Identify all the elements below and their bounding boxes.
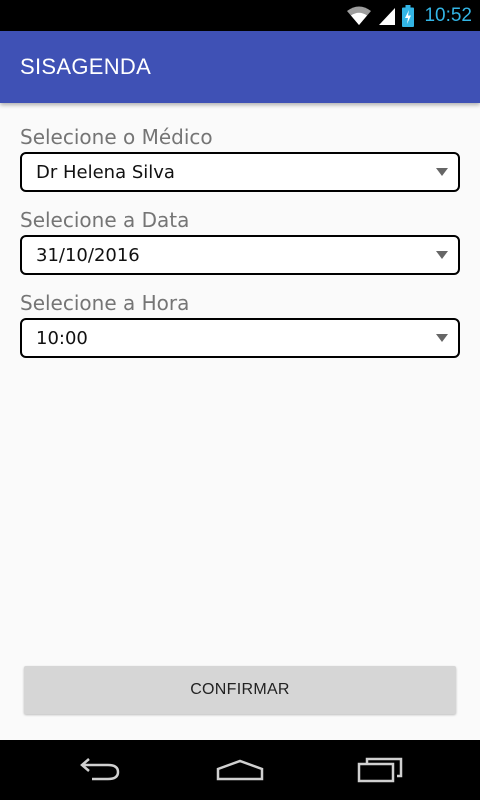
- back-icon: [80, 758, 120, 781]
- confirm-button[interactable]: CONFIRMAR: [24, 666, 456, 714]
- time-value: 10:00: [36, 328, 88, 349]
- back-button[interactable]: [70, 750, 130, 790]
- home-button[interactable]: [210, 750, 270, 790]
- recents-button[interactable]: [350, 750, 410, 790]
- status-bar: 10:52: [0, 0, 480, 31]
- doctor-spinner[interactable]: Dr Helena Silva: [20, 152, 460, 192]
- signal-icon: [379, 7, 396, 25]
- battery-charging-icon: [402, 4, 415, 27]
- nav-bar: [0, 740, 480, 800]
- app-title: SISAGENDA: [20, 54, 152, 79]
- home-icon: [216, 759, 264, 781]
- doctor-label: Selecione o Médico: [20, 125, 213, 149]
- status-time: 10:52: [424, 4, 472, 26]
- dropdown-arrow-icon: [436, 168, 448, 176]
- recents-icon: [357, 757, 403, 783]
- time-spinner[interactable]: 10:00: [20, 318, 460, 358]
- app-bar: SISAGENDA: [0, 31, 480, 103]
- date-label: Selecione a Data: [20, 208, 190, 232]
- date-spinner[interactable]: 31/10/2016: [20, 235, 460, 275]
- time-label: Selecione a Hora: [20, 291, 190, 315]
- dropdown-arrow-icon: [436, 251, 448, 259]
- wifi-icon: [347, 6, 372, 25]
- date-value: 31/10/2016: [36, 245, 140, 266]
- dropdown-arrow-icon: [436, 334, 448, 342]
- status-icons: 10:52: [346, 0, 472, 31]
- doctor-value: Dr Helena Silva: [36, 162, 175, 183]
